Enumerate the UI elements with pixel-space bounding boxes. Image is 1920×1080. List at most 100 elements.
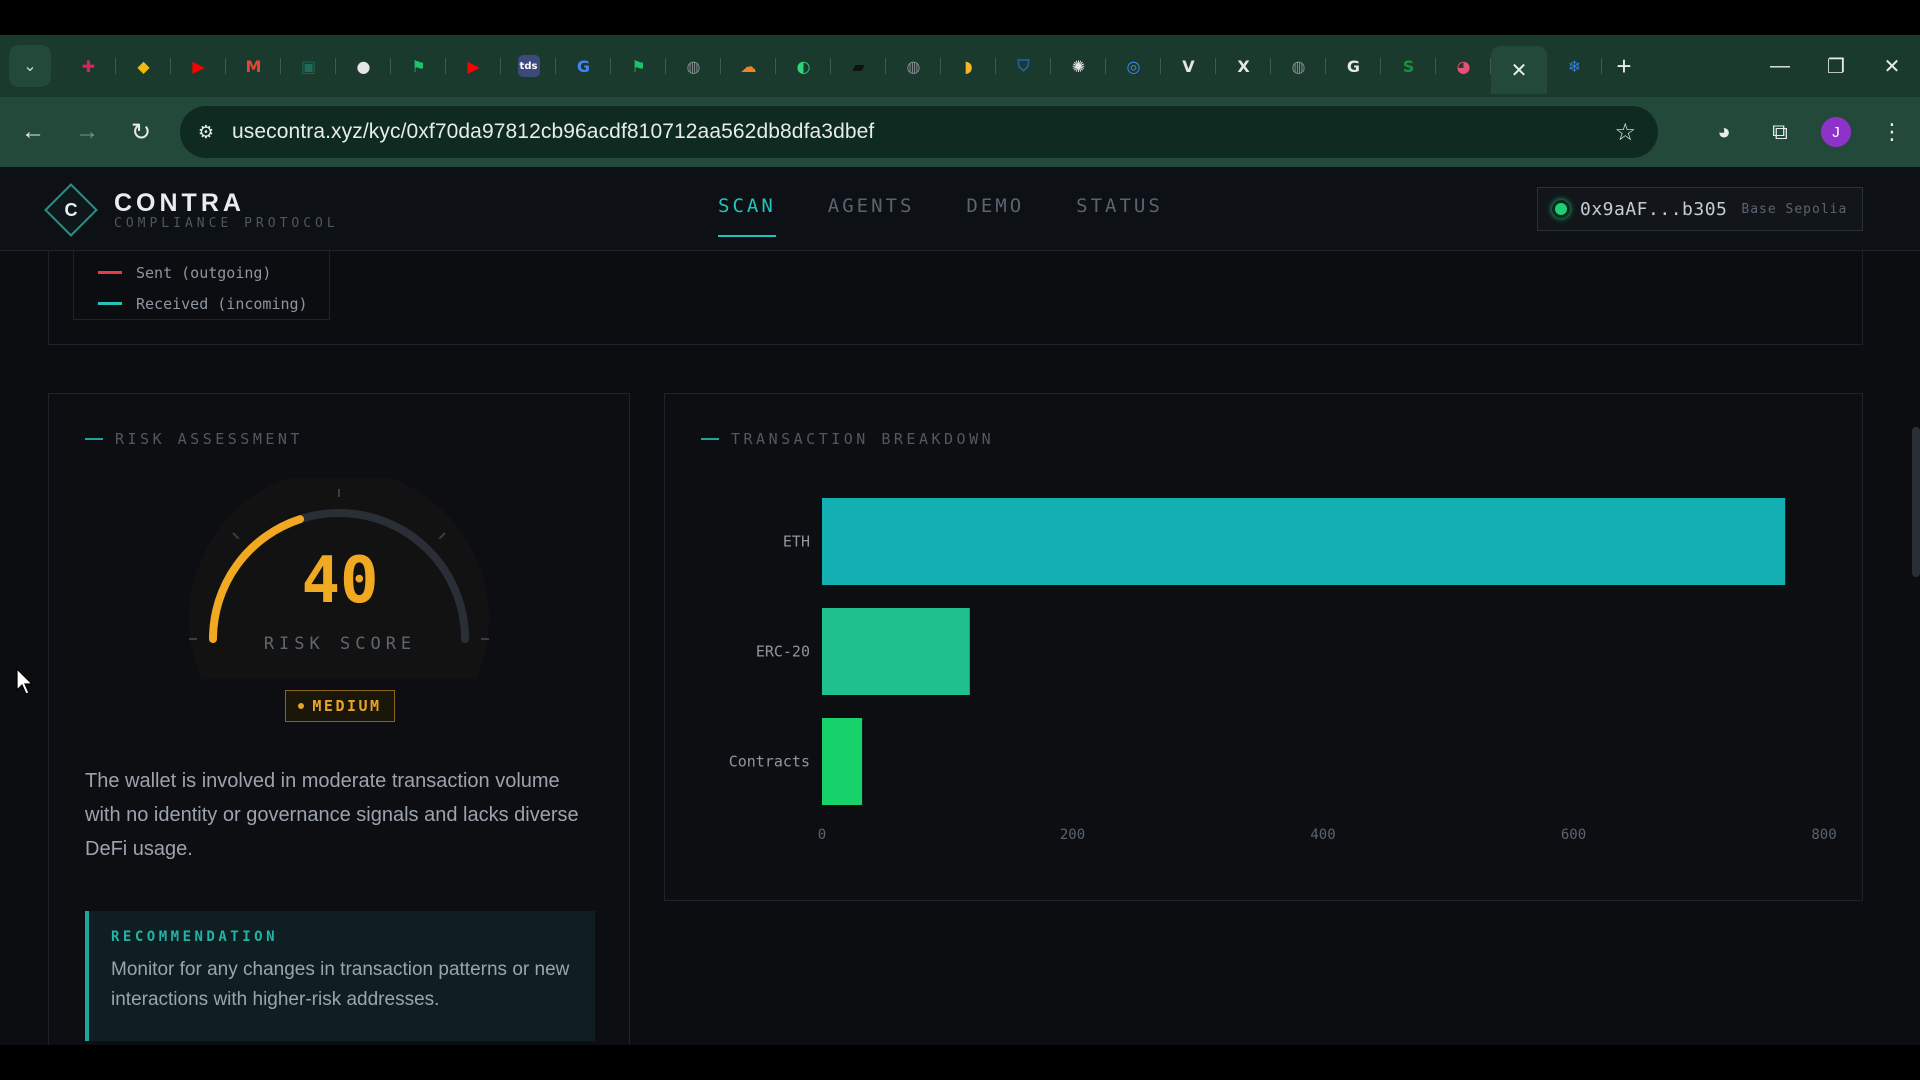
- shield-icon: ⛉: [1017, 56, 1030, 75]
- nav-scan[interactable]: SCAN: [718, 195, 776, 237]
- flow-legend: Sent (outgoing) Received (incoming): [73, 251, 330, 320]
- browser-tab[interactable]: X: [1216, 45, 1271, 87]
- risk-section-title: RISK ASSESSMENT: [85, 430, 303, 448]
- browser-tab[interactable]: ☁: [721, 45, 776, 87]
- openai-icon: ✺: [1071, 56, 1086, 76]
- tab-search-button[interactable]: ⌄: [9, 45, 51, 87]
- browser-tab[interactable]: S: [1381, 45, 1436, 87]
- binance-icon: ◆: [137, 56, 150, 76]
- browser-tab[interactable]: ◎: [1106, 45, 1161, 87]
- restore-icon[interactable]: ❐: [1808, 35, 1864, 97]
- bar-eth[interactable]: [822, 498, 1786, 585]
- extensions-puzzle-icon[interactable]: ⧉: [1752, 119, 1808, 145]
- browser-tab[interactable]: V: [1161, 45, 1216, 87]
- url-text[interactable]: usecontra.xyz/kyc/0xf70da97812cb96acdf81…: [232, 120, 874, 144]
- tds-icon: tds: [517, 55, 540, 77]
- x-tick-label: 800: [1811, 827, 1836, 843]
- menu-kebab-icon[interactable]: ⋮: [1864, 119, 1920, 145]
- close-tab-icon[interactable]: ✕: [1511, 58, 1528, 83]
- app-icon: ▰: [852, 56, 865, 76]
- brand-tagline: COMPLIANCE PROTOCOL: [114, 216, 339, 231]
- browser-tab[interactable]: ●: [336, 45, 391, 87]
- wallet-network: Base Sepolia: [1741, 201, 1848, 217]
- nav-demo[interactable]: DEMO: [966, 195, 1024, 237]
- section-dash: [85, 438, 103, 440]
- browser-tab[interactable]: G: [556, 45, 611, 87]
- slack-icon: ✚: [81, 56, 96, 76]
- forward-button[interactable]: →: [60, 105, 114, 159]
- close-window-icon[interactable]: ✕: [1864, 35, 1920, 97]
- legend-item-sent: Sent (outgoing): [98, 257, 329, 288]
- browser-tab[interactable]: ▰: [831, 45, 886, 87]
- legend-label: Received (incoming): [136, 294, 308, 313]
- logo-letter: C: [64, 199, 78, 220]
- google-icon: G: [576, 56, 591, 76]
- connected-status-icon: [1552, 200, 1570, 218]
- app-header: C CONTRA COMPLIANCE PROTOCOL SCAN AGENTS…: [0, 167, 1920, 251]
- globe-icon: ◍: [906, 56, 921, 76]
- risk-level-text: MEDIUM: [312, 697, 382, 715]
- x-tick-label: 400: [1310, 827, 1335, 843]
- minimize-icon[interactable]: —: [1752, 35, 1808, 97]
- globe-icon: ◍: [1291, 56, 1306, 76]
- site-info-icon[interactable]: ⚙: [180, 122, 232, 143]
- wallet-address: 0x9aAF...b305: [1580, 198, 1728, 220]
- category-label: ERC-20: [756, 643, 810, 661]
- browser-tab[interactable]: ✚: [61, 45, 116, 87]
- browser-tab[interactable]: ◗: [941, 45, 996, 87]
- risk-score-label: RISK SCORE: [263, 634, 417, 654]
- browser-toolbar: ← → ↻ ⚙ usecontra.xyz/kyc/0xf70da97812cb…: [0, 97, 1920, 167]
- nav-status[interactable]: STATUS: [1076, 195, 1163, 237]
- browser-tab[interactable]: ◍: [1271, 45, 1326, 87]
- browser-tab[interactable]: ▶: [171, 45, 226, 87]
- wallet-button[interactable]: 0x9aAF...b305 Base Sepolia: [1537, 187, 1863, 231]
- address-bar[interactable]: ⚙ usecontra.xyz/kyc/0xf70da97812cb96acdf…: [180, 106, 1658, 158]
- app-icon: ⚑: [631, 56, 646, 76]
- browser-tab[interactable]: ⚑: [391, 45, 446, 87]
- browser-tab[interactable]: M: [226, 45, 281, 87]
- browser-tab[interactable]: ▶: [446, 45, 501, 87]
- chevron-down-icon: ⌄: [23, 58, 37, 75]
- nav-agents[interactable]: AGENTS: [828, 195, 915, 237]
- arrow-left-icon: ←: [21, 118, 45, 145]
- new-tab-plus-icon[interactable]: +: [1602, 45, 1646, 87]
- cloud-icon: ☁: [740, 56, 757, 76]
- app-icon: ❄: [1567, 56, 1582, 76]
- page-scrollbar[interactable]: [1912, 427, 1920, 577]
- reload-button[interactable]: ↻: [114, 105, 168, 159]
- screen-top-bar: [0, 0, 1920, 35]
- profile-avatar[interactable]: J: [1821, 117, 1851, 147]
- bookmark-star-icon[interactable]: ☆: [1614, 118, 1636, 147]
- grammarly-icon: G: [1346, 56, 1361, 76]
- browser-tab[interactable]: ◕: [1436, 45, 1491, 87]
- tab-list: ✚ ◆ ▶ M ▣ ● ⚑ ▶ tds G ⚑ ◍ ☁ ◐ ▰ ◍ ◗ ⛉ ✺ ◎ V X ◍ G S ◕ ✕ ❄ +: [61, 38, 1646, 94]
- browser-tab[interactable]: ◍: [666, 45, 721, 87]
- contra-logo[interactable]: C: [44, 183, 98, 237]
- bar-contracts[interactable]: [822, 718, 863, 805]
- active-browser-tab[interactable]: ✕: [1491, 46, 1547, 94]
- breakdown-chart: ETH ERC-20 Contracts 0 200 400 600 800: [729, 498, 1837, 843]
- browser-tab[interactable]: tds: [501, 45, 556, 87]
- browser-tab[interactable]: ✺: [1051, 45, 1106, 87]
- app-icon: ◗: [964, 56, 973, 76]
- browser-tab[interactable]: ▣: [281, 45, 336, 87]
- brand: CONTRA COMPLIANCE PROTOCOL: [114, 189, 339, 231]
- back-button[interactable]: ←: [6, 105, 60, 159]
- globe-icon: ◍: [686, 56, 701, 76]
- browser-tab[interactable]: ❄: [1547, 45, 1602, 87]
- recommendation-box: RECOMMENDATION Monitor for any changes i…: [85, 911, 595, 1041]
- extension-icon[interactable]: ◕: [1696, 119, 1752, 145]
- bar-erc-20[interactable]: [822, 608, 970, 695]
- browser-tab[interactable]: ◍: [886, 45, 941, 87]
- browser-tab[interactable]: ◐: [776, 45, 831, 87]
- reload-icon: ↻: [130, 118, 152, 146]
- browser-tab[interactable]: G: [1326, 45, 1381, 87]
- arrow-right-icon: →: [75, 118, 99, 145]
- youtube-icon: ▶: [467, 56, 480, 76]
- browser-tab[interactable]: ◆: [116, 45, 171, 87]
- youtube-icon: ▶: [192, 56, 205, 76]
- browser-tab[interactable]: ⚑: [611, 45, 666, 87]
- browser-tab[interactable]: ⛉: [996, 45, 1051, 87]
- v-icon: V: [1182, 56, 1195, 76]
- legend-swatch-received: [98, 302, 122, 305]
